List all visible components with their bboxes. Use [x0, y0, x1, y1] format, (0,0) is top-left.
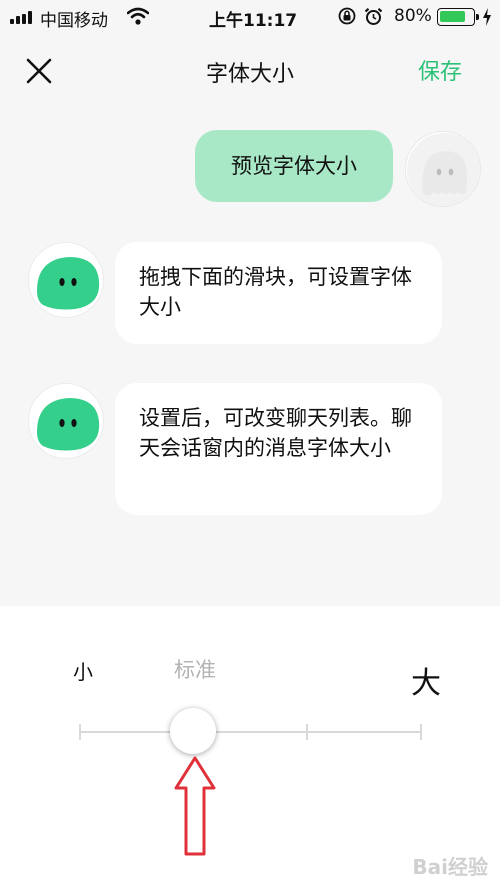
orientation-lock-icon	[338, 7, 356, 25]
bot-message-bubble: 设置后，可改变聊天列表。聊天会话窗内的消息字体大小	[115, 383, 442, 515]
red-up-arrow-icon	[174, 756, 216, 856]
bot-avatar	[28, 383, 104, 459]
status-bar: 中国移动 上午11:17 80%	[0, 0, 500, 34]
bot-avatar	[28, 242, 104, 318]
bot-message-text: 设置后，可改变聊天列表。聊天会话窗内的消息字体大小	[139, 406, 412, 460]
size-label-large: 大	[411, 666, 441, 701]
slider-tick[interactable]	[79, 724, 81, 740]
my-message-bubble: 预览字体大小	[195, 130, 393, 202]
slider-track[interactable]	[79, 731, 422, 733]
wifi-icon	[127, 7, 149, 25]
chat-preview: 预览字体大小 拖拽下面的滑块，可设置字体大小 设置后，可改变聊天列表。聊天会话窗…	[0, 106, 500, 606]
signal-icon	[10, 11, 36, 24]
bot-avatar-icon	[37, 398, 100, 451]
charging-icon	[483, 8, 491, 26]
battery-fill	[440, 11, 465, 22]
bot-avatar-icon	[37, 257, 100, 310]
save-button[interactable]: 保存	[418, 54, 462, 86]
size-label-small: 小	[73, 660, 93, 684]
slider-thumb[interactable]	[170, 708, 216, 754]
font-size-panel: 小 标准 大 Bai经验	[0, 606, 500, 888]
battery-icon	[437, 8, 479, 26]
bot-message-bubble: 拖拽下面的滑块，可设置字体大小	[115, 242, 442, 344]
watermark: Bai经验	[412, 855, 488, 879]
my-avatar	[405, 131, 481, 207]
nav-bar: 字体大小 保存	[0, 34, 500, 106]
user-avatar-icon	[407, 133, 480, 206]
my-message-text: 预览字体大小	[231, 154, 357, 178]
status-time: 上午11:17	[209, 11, 298, 31]
size-label-standard: 标准	[174, 658, 216, 682]
slider-tick[interactable]	[306, 724, 308, 740]
slider-tick[interactable]	[420, 724, 422, 740]
carrier-name: 中国移动	[40, 11, 108, 31]
bot-message-text: 拖拽下面的滑块，可设置字体大小	[139, 265, 412, 319]
alarm-icon	[364, 7, 383, 25]
battery-percent: 80%	[394, 6, 432, 26]
